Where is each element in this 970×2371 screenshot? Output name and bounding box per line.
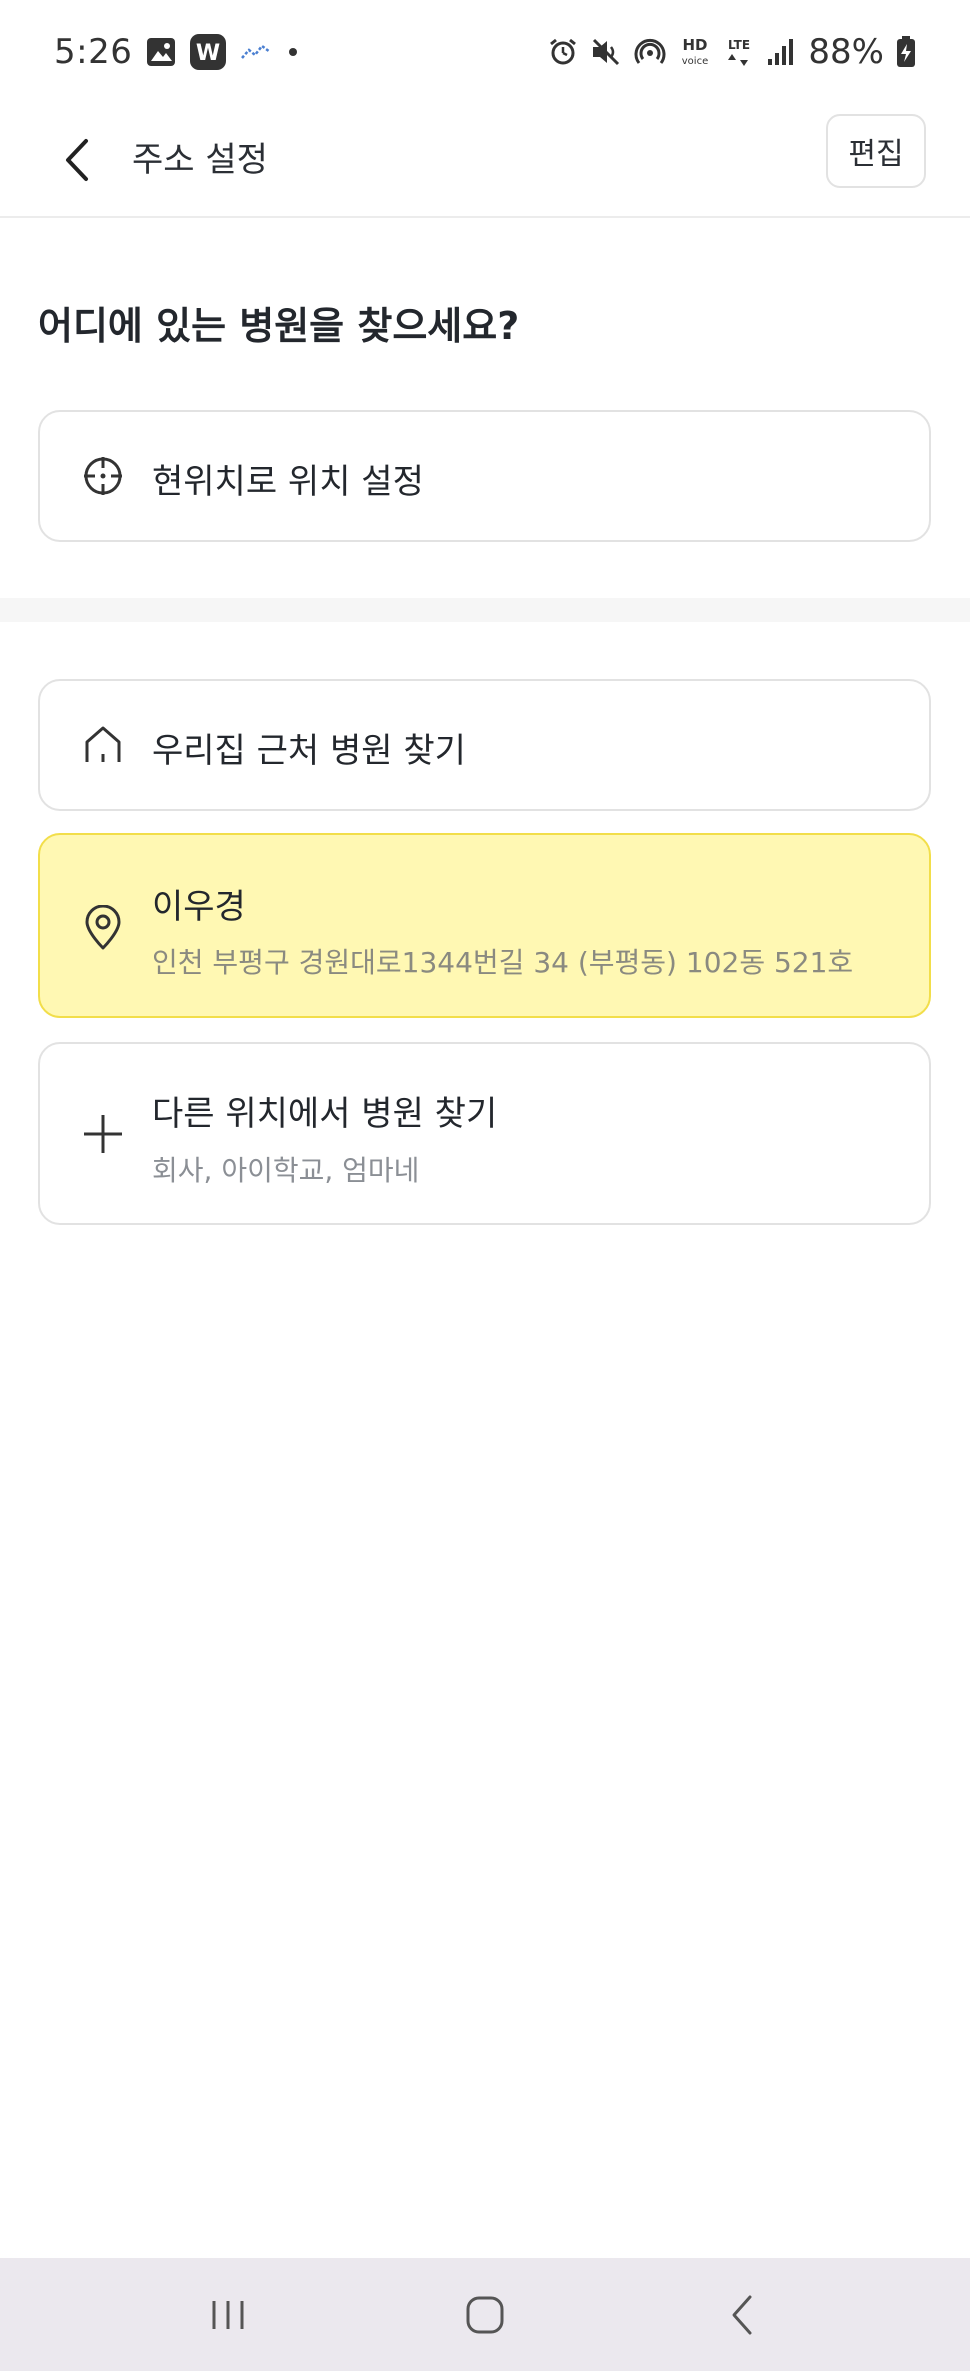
w-app-icon: W — [190, 34, 227, 70]
selected-address-detail: 인천 부평구 경원대로1344번길 34 (부평동) 102동 521호 — [152, 946, 854, 979]
section-divider — [0, 598, 970, 622]
chevron-left-icon — [66, 139, 88, 181]
system-nav-bar — [0, 2258, 970, 2371]
home-icon — [82, 724, 124, 766]
battery-percent: 88% — [808, 32, 884, 72]
status-bar: 5:26 W HD voice LTE 88% — [0, 0, 970, 104]
home-nearby-button[interactable]: 우리집 근처 병원 찾기 — [38, 679, 931, 811]
status-left: 5:26 W — [54, 32, 300, 72]
selected-address-name: 이우경 — [152, 887, 246, 927]
crosshair-icon — [82, 455, 124, 497]
selected-address-card[interactable]: 이우경 인천 부평구 경원대로1344번길 34 (부평동) 102동 521호 — [38, 833, 931, 1018]
recent-apps-button[interactable] — [183, 2270, 273, 2360]
current-location-label: 현위치로 위치 설정 — [152, 462, 424, 502]
screen: 5:26 W HD voice LTE 88% 주소 설정 편집 어디에 있는 … — [0, 0, 970, 2371]
back-nav-button[interactable] — [697, 2270, 787, 2360]
current-location-button[interactable]: 현위치로 위치 설정 — [38, 410, 931, 542]
home-nearby-label: 우리집 근처 병원 찾기 — [152, 731, 466, 771]
edit-button[interactable]: 편집 — [826, 114, 926, 188]
app-bar: 주소 설정 편집 — [0, 104, 970, 218]
status-time: 5:26 — [54, 32, 133, 72]
lte-icon: LTE — [724, 35, 754, 69]
recent-apps-icon — [212, 2300, 244, 2329]
alarm-icon — [548, 37, 578, 67]
back-button[interactable] — [42, 124, 114, 196]
other-location-label: 다른 위치에서 병원 찾기 — [152, 1094, 498, 1134]
back-nav-icon — [732, 2295, 752, 2334]
gallery-icon — [146, 37, 176, 67]
section-question: 어디에 있는 병원을 찾으세요? — [38, 304, 520, 348]
mute-icon — [590, 37, 622, 67]
other-location-sub: 회사, 아이학교, 엄마네 — [152, 1154, 420, 1187]
home-nav-button[interactable] — [440, 2270, 530, 2360]
battery-icon — [896, 36, 916, 68]
signal-icon — [766, 37, 796, 67]
lte-label: LTE — [728, 38, 750, 52]
w-app-letter: W — [196, 41, 220, 66]
home-button-icon — [466, 2296, 504, 2333]
hotspot-icon — [634, 37, 666, 67]
chart-icon — [240, 42, 272, 62]
hd-voice-icon: HD voice — [678, 35, 712, 69]
location-pin-icon — [82, 904, 124, 949]
plus-icon — [82, 1113, 124, 1155]
page-title: 주소 설정 — [132, 140, 268, 180]
hd-label: HD — [683, 36, 708, 54]
other-location-button[interactable]: 다른 위치에서 병원 찾기 회사, 아이학교, 엄마네 — [38, 1042, 931, 1225]
dot-icon — [286, 45, 300, 59]
status-right: HD voice LTE 88% — [548, 32, 916, 72]
voice-label: voice — [682, 56, 708, 67]
